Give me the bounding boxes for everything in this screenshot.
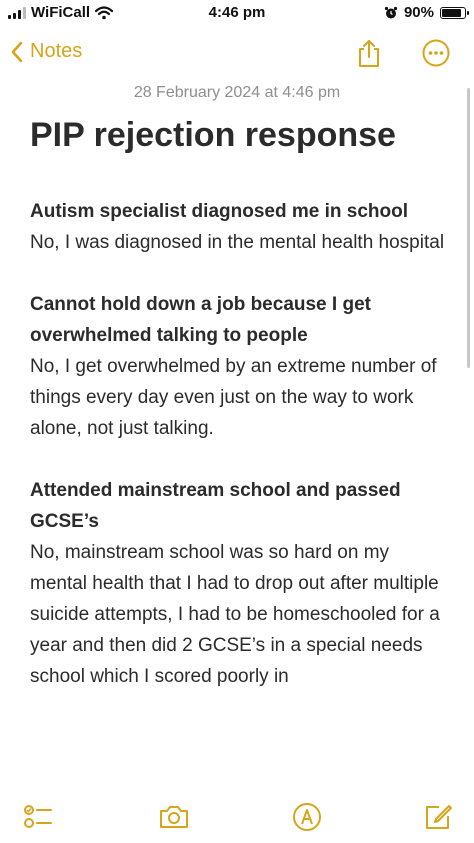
battery-percent: 90% bbox=[403, 4, 434, 21]
note-section: Cannot hold down a job because I get ove… bbox=[30, 289, 445, 444]
note-body[interactable]: Autism specialist diagnosed me in school… bbox=[30, 196, 445, 723]
more-icon[interactable] bbox=[421, 38, 451, 68]
nav-bar: Notes bbox=[0, 30, 474, 78]
markup-icon[interactable] bbox=[291, 801, 323, 833]
section-answer: No, I was diagnosed in the mental health… bbox=[30, 232, 445, 253]
checklist-icon[interactable] bbox=[22, 801, 54, 833]
battery-fill bbox=[442, 8, 461, 17]
compose-icon[interactable] bbox=[422, 801, 454, 833]
section-question: Attended mainstream school and passed GC… bbox=[30, 480, 401, 532]
alarm-icon bbox=[384, 6, 398, 18]
battery-icon bbox=[440, 6, 469, 19]
status-right: 90% bbox=[384, 4, 469, 21]
section-question: Autism specialist diagnosed me in school bbox=[30, 201, 408, 222]
camera-icon[interactable] bbox=[158, 801, 190, 833]
note-title[interactable]: PIP rejection response bbox=[30, 116, 396, 155]
note-section: Attended mainstream school and passed GC… bbox=[30, 475, 445, 692]
scrollbar[interactable] bbox=[467, 88, 470, 368]
chevron-left-icon bbox=[11, 41, 23, 62]
status-bar: WiFiCall 4:46 pm 90% bbox=[0, 0, 474, 30]
bottom-toolbar bbox=[0, 795, 474, 843]
section-answer: No, mainstream school was so hard on my … bbox=[30, 542, 440, 687]
section-answer: No, I get overwhelmed by an extreme numb… bbox=[30, 356, 437, 439]
note-date: 28 February 2024 at 4:46 pm bbox=[133, 84, 341, 101]
section-question: Cannot hold down a job because I get ove… bbox=[30, 294, 371, 346]
back-label: Notes bbox=[30, 40, 83, 62]
share-icon[interactable] bbox=[354, 38, 384, 68]
note-section: Autism specialist diagnosed me in school… bbox=[30, 196, 445, 258]
back-button[interactable]: Notes bbox=[10, 40, 82, 63]
